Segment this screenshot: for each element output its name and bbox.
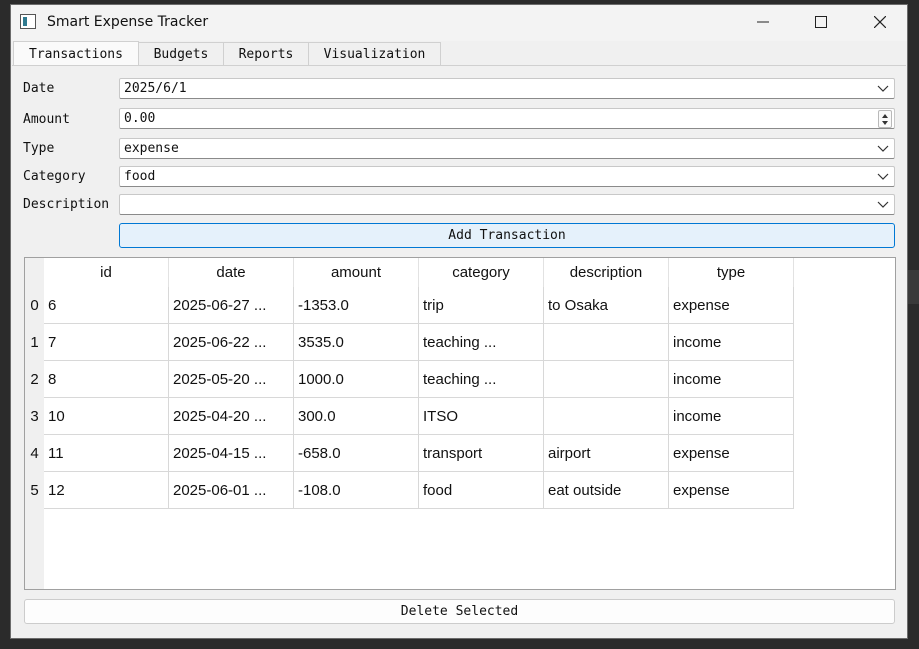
amount-stepper[interactable] (878, 110, 892, 128)
table-cell-type[interactable]: expense (669, 472, 794, 509)
transactions-table[interactable]: id date amount category description type 0 6 202… (24, 257, 896, 590)
table-cell-date[interactable]: 2025-04-20 ... (169, 398, 294, 435)
chevron-down-icon (877, 173, 889, 180)
row-header[interactable]: 4 (25, 435, 44, 472)
amount-spinbox[interactable]: 0.00 (119, 108, 895, 129)
row-header[interactable]: 0 (25, 287, 44, 324)
table-cell-id[interactable]: 11 (44, 435, 169, 472)
close-button[interactable] (854, 5, 906, 39)
column-header-date[interactable]: date (169, 258, 294, 287)
table-cell-description[interactable] (544, 324, 669, 361)
table-cell-category[interactable]: teaching ... (419, 361, 544, 398)
row-header[interactable]: 2 (25, 361, 44, 398)
row-header[interactable]: 3 (25, 398, 44, 435)
category-value: food (124, 169, 156, 184)
type-value: expense (124, 141, 179, 156)
description-label: Description (23, 197, 110, 212)
table-cell-description[interactable]: to Osaka (544, 287, 669, 324)
table-cell-type[interactable]: income (669, 361, 794, 398)
add-transaction-button[interactable]: Add Transaction (119, 223, 895, 248)
column-header-type[interactable]: type (669, 258, 794, 287)
description-combobox[interactable] (119, 194, 895, 215)
table-cell-type[interactable]: expense (669, 435, 794, 472)
table-cell-description[interactable]: eat outside (544, 472, 669, 509)
app-window: Smart Expense Tracker Transactions Budge… (10, 4, 908, 639)
row-header[interactable]: 5 (25, 472, 44, 509)
table-cell-amount[interactable]: 300.0 (294, 398, 419, 435)
table-cell-date[interactable]: 2025-06-01 ... (169, 472, 294, 509)
column-header-description[interactable]: description (544, 258, 669, 287)
window-title: Smart Expense Tracker (47, 14, 209, 30)
table-cell-amount[interactable]: 1000.0 (294, 361, 419, 398)
table-cell-id[interactable]: 12 (44, 472, 169, 509)
table-cell-category[interactable]: teaching ... (419, 324, 544, 361)
column-header-amount[interactable]: amount (294, 258, 419, 287)
maximize-button[interactable] (795, 5, 847, 39)
table-cell-amount[interactable]: -108.0 (294, 472, 419, 509)
stepper-up-icon[interactable] (882, 114, 888, 118)
minimize-button[interactable] (737, 5, 789, 39)
app-icon (20, 14, 36, 29)
close-icon (874, 16, 886, 28)
category-label: Category (23, 169, 86, 184)
table-cell-amount[interactable]: -658.0 (294, 435, 419, 472)
tab-visualization[interactable]: Visualization (308, 42, 441, 65)
table-cell-category[interactable]: ITSO (419, 398, 544, 435)
table-cell-id[interactable]: 7 (44, 324, 169, 361)
tab-reports[interactable]: Reports (223, 42, 309, 65)
type-select[interactable]: expense (119, 138, 895, 159)
table-cell-id[interactable]: 10 (44, 398, 169, 435)
column-header-category[interactable]: category (419, 258, 544, 287)
delete-selected-button[interactable]: Delete Selected (24, 599, 895, 624)
tab-label: Budgets (153, 46, 209, 62)
stepper-down-icon[interactable] (882, 121, 888, 125)
category-select[interactable]: food (119, 166, 895, 187)
tab-label: Visualization (323, 46, 426, 62)
table-cell-date[interactable]: 2025-06-22 ... (169, 324, 294, 361)
maximize-icon (815, 16, 827, 28)
column-header-id[interactable]: id (44, 258, 169, 287)
amount-label: Amount (23, 112, 70, 127)
table-cell-date[interactable]: 2025-06-27 ... (169, 287, 294, 324)
table-cell-description[interactable] (544, 398, 669, 435)
date-value: 2025/6/1 (124, 81, 187, 96)
table-cell-type[interactable]: expense (669, 287, 794, 324)
amount-value: 0.00 (124, 111, 156, 126)
type-label: Type (23, 141, 55, 156)
chevron-down-icon (877, 85, 889, 92)
row-header[interactable]: 1 (25, 324, 44, 361)
table-cell-amount[interactable]: -1353.0 (294, 287, 419, 324)
tab-pane-border (12, 65, 906, 66)
table-cell-type[interactable]: income (669, 324, 794, 361)
tab-budgets[interactable]: Budgets (138, 42, 224, 65)
table-cell-id[interactable]: 6 (44, 287, 169, 324)
chevron-down-icon (877, 201, 889, 208)
table-cell-date[interactable]: 2025-05-20 ... (169, 361, 294, 398)
minimize-icon (757, 21, 769, 23)
background-panel (908, 270, 919, 304)
title-bar: Smart Expense Tracker (11, 5, 907, 41)
table-cell-amount[interactable]: 3535.0 (294, 324, 419, 361)
table-cell-category[interactable]: food (419, 472, 544, 509)
table-cell-date[interactable]: 2025-04-15 ... (169, 435, 294, 472)
tab-label: Transactions (29, 46, 123, 62)
chevron-down-icon (877, 145, 889, 152)
table-cell-type[interactable]: income (669, 398, 794, 435)
tab-bar: Transactions Budgets Reports Visualizati… (12, 41, 907, 66)
tab-transactions[interactable]: Transactions (13, 41, 139, 66)
tab-label: Reports (238, 46, 294, 62)
date-picker[interactable]: 2025/6/1 (119, 78, 895, 99)
table-cell-description[interactable] (544, 361, 669, 398)
table-cell-id[interactable]: 8 (44, 361, 169, 398)
date-label: Date (23, 81, 55, 96)
table-cell-description[interactable]: airport (544, 435, 669, 472)
table-cell-category[interactable]: transport (419, 435, 544, 472)
table-cell-category[interactable]: trip (419, 287, 544, 324)
